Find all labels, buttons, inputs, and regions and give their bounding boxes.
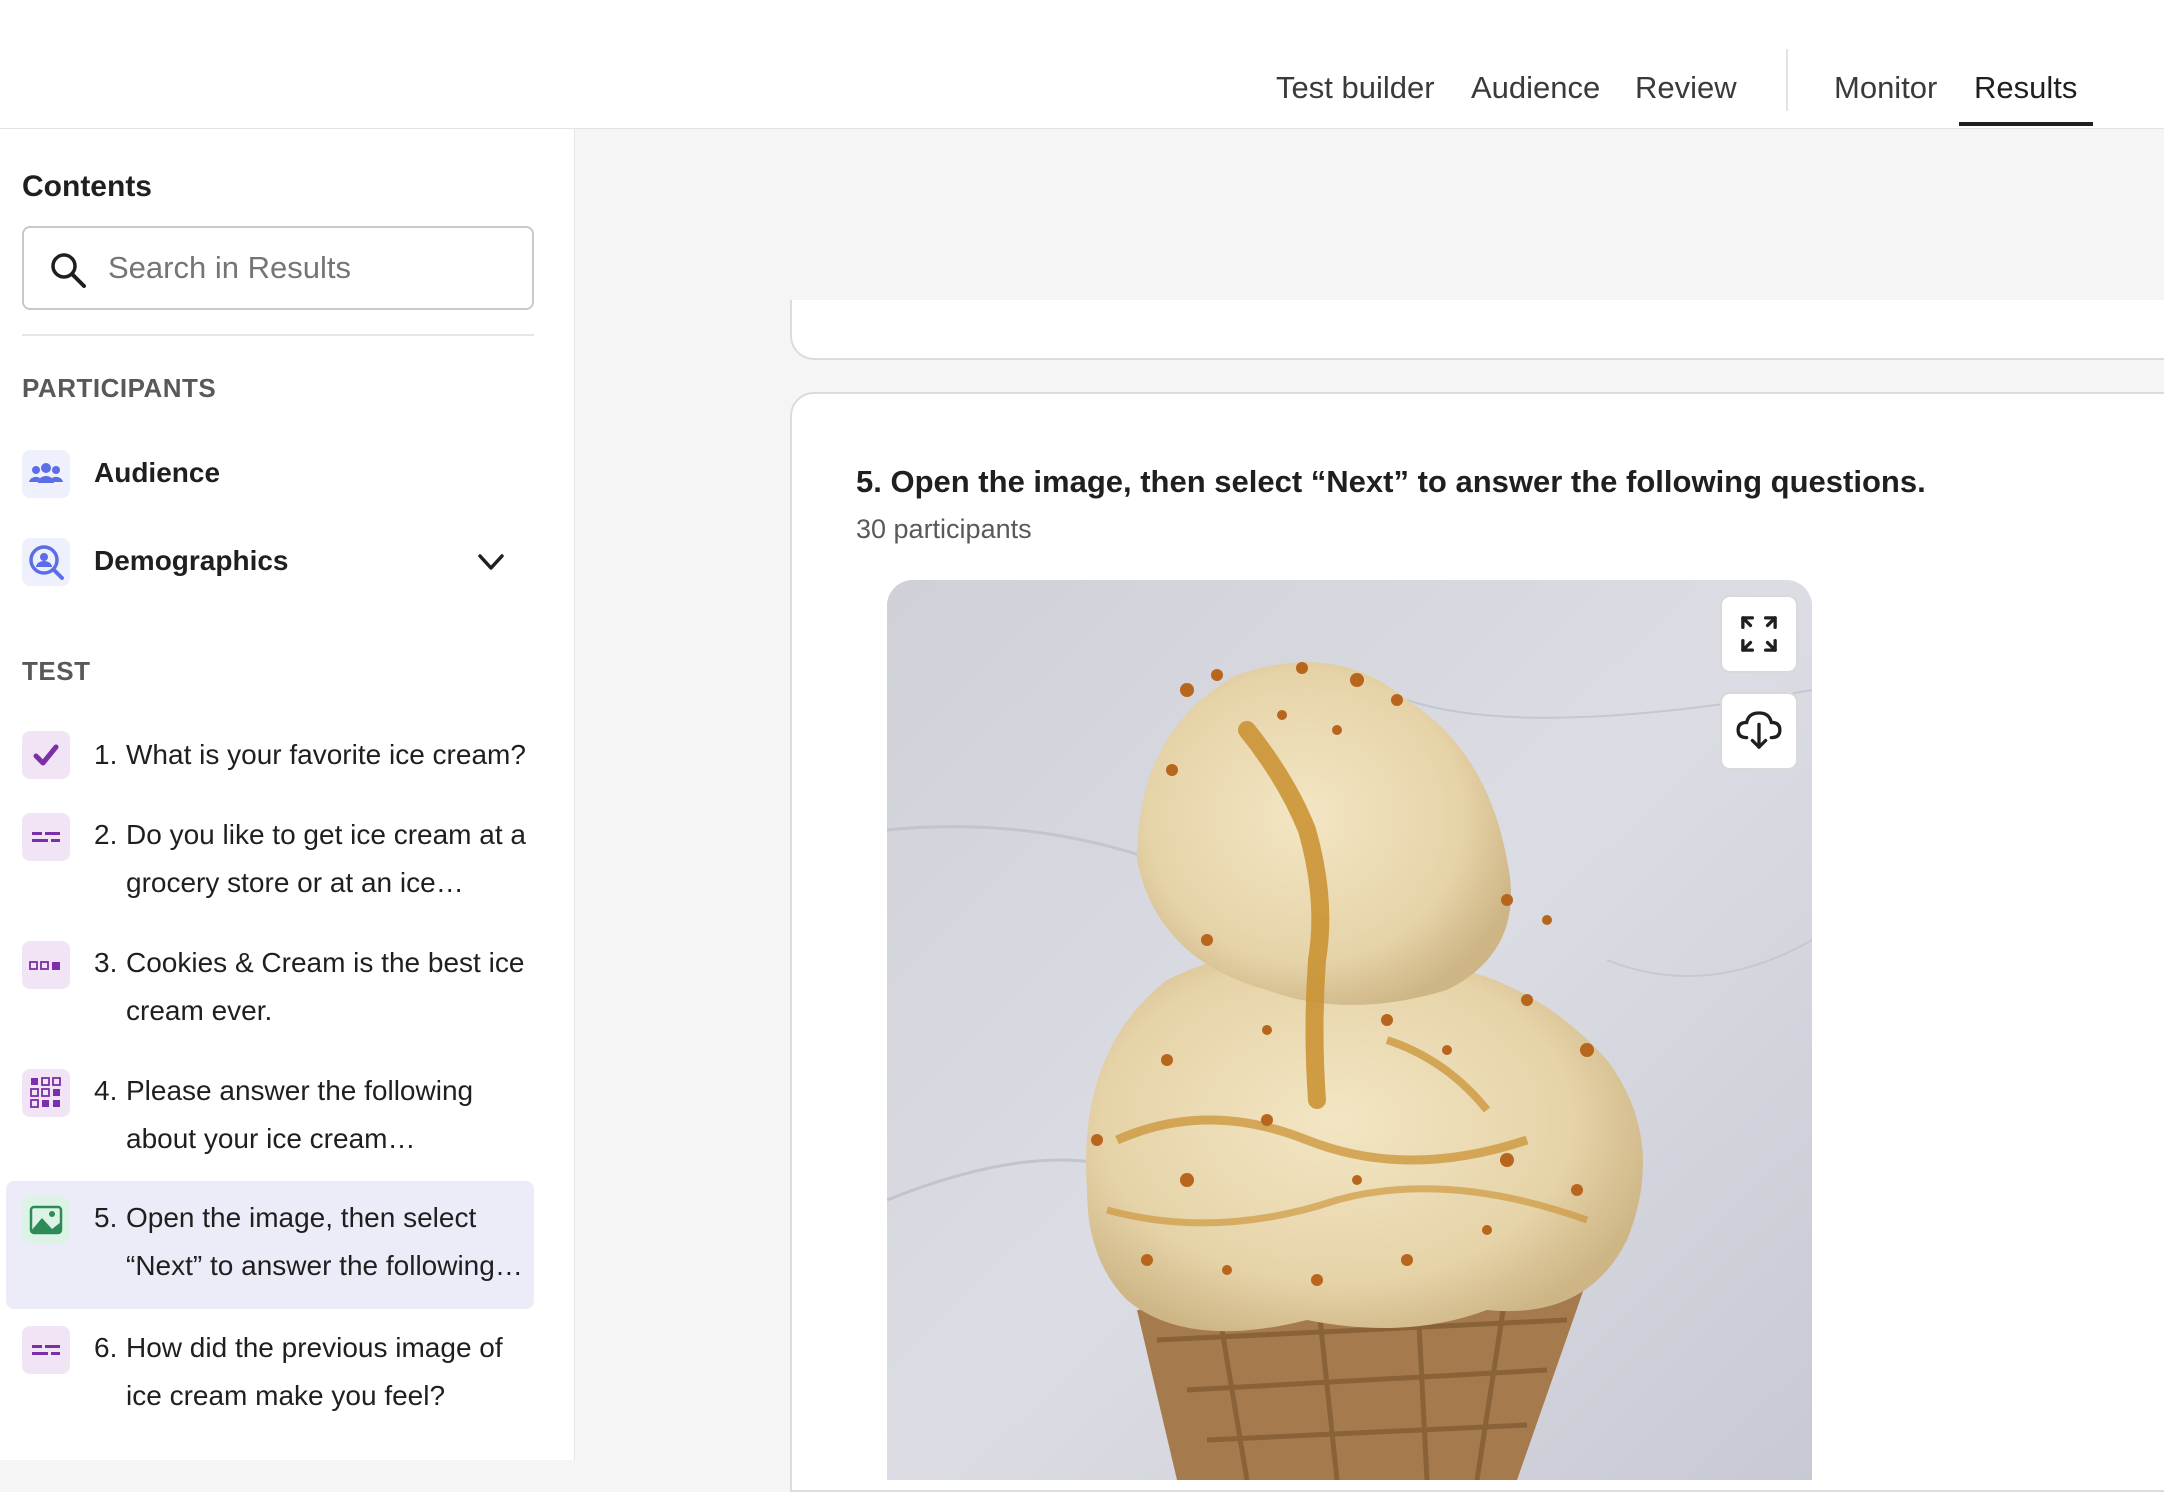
active-tab-indicator bbox=[1959, 122, 2093, 126]
question-number: 1. bbox=[94, 739, 118, 770]
tab-monitor[interactable]: Monitor bbox=[1834, 70, 1937, 106]
sidebar-divider bbox=[22, 334, 534, 336]
sidebar-question-4[interactable]: 4. Please answer the following about you… bbox=[6, 1067, 534, 1177]
sidebar-question-6[interactable]: 6. How did the previous image of ice cre… bbox=[6, 1324, 534, 1434]
test-section-label: TEST bbox=[22, 656, 91, 686]
people-group-icon bbox=[22, 450, 70, 498]
expand-button[interactable] bbox=[1720, 595, 1798, 673]
question-text: What is your favorite ice cream? bbox=[126, 739, 526, 770]
question-text: Please answer the following about your i… bbox=[126, 1075, 474, 1154]
download-cloud-icon bbox=[1736, 711, 1782, 749]
text-lines-icon bbox=[22, 813, 70, 861]
sidebar-question-2[interactable]: 2. Do you like to get ice cream at a gro… bbox=[6, 811, 534, 921]
checkbox-icon bbox=[22, 731, 70, 779]
sidebar-title: Contents bbox=[22, 170, 152, 203]
tab-audience[interactable]: Audience bbox=[1471, 70, 1600, 106]
question-image[interactable] bbox=[887, 580, 1812, 1480]
nav-divider bbox=[1786, 49, 1788, 111]
rating-scale-icon bbox=[22, 941, 70, 989]
question-number: 5. bbox=[94, 1202, 118, 1233]
question-number: 3. bbox=[94, 947, 118, 978]
sidebar-item-label: Audience bbox=[94, 457, 221, 488]
download-button[interactable] bbox=[1720, 692, 1798, 770]
question-text: Do you like to get ice cream at a grocer… bbox=[126, 819, 526, 898]
search-box[interactable] bbox=[22, 226, 534, 310]
contents-sidebar: Contents PARTICIPANTS Audience bbox=[0, 129, 575, 1460]
sidebar-question-1[interactable]: 1. What is your favorite ice cream? bbox=[6, 726, 534, 790]
question-number: 4. bbox=[94, 1075, 118, 1106]
chevron-down-icon[interactable] bbox=[474, 545, 508, 579]
expand-icon bbox=[1741, 616, 1777, 652]
question-text: Cookies & Cream is the best ice cream ev… bbox=[126, 947, 525, 1026]
question-number: 6. bbox=[94, 1332, 118, 1363]
ice-cream-image bbox=[887, 580, 1812, 1480]
tab-review[interactable]: Review bbox=[1635, 70, 1737, 106]
participants-count: 30 participants bbox=[856, 514, 1032, 544]
sidebar-item-label: Demographics bbox=[94, 545, 289, 576]
sidebar-question-5[interactable]: 5. Open the image, then select “Next” to… bbox=[6, 1181, 534, 1309]
question-text: How did the previous image of ice cream … bbox=[126, 1332, 503, 1411]
sidebar-question-3[interactable]: 3. Cookies & Cream is the best ice cream… bbox=[6, 939, 534, 1049]
question-title: 5. Open the image, then select “Next” to… bbox=[856, 464, 1926, 499]
tab-results[interactable]: Results bbox=[1974, 70, 2077, 106]
participants-section-label: PARTICIPANTS bbox=[22, 373, 217, 403]
text-lines-icon bbox=[22, 1326, 70, 1374]
matrix-grid-icon bbox=[22, 1069, 70, 1117]
question-text: Open the image, then select “Next” to an… bbox=[126, 1202, 523, 1281]
search-icon bbox=[51, 253, 86, 288]
sidebar-item-audience[interactable]: Audience bbox=[6, 439, 536, 509]
question-card: 5. Open the image, then select “Next” to… bbox=[790, 392, 2164, 1492]
image-icon bbox=[22, 1196, 70, 1244]
search-input[interactable] bbox=[108, 228, 518, 308]
question-number: 2. bbox=[94, 819, 118, 850]
previous-question-card bbox=[790, 300, 2164, 360]
tab-test-builder[interactable]: Test builder bbox=[1276, 70, 1435, 106]
person-search-icon bbox=[22, 538, 70, 586]
top-navigation: Test builder Audience Review Monitor Res… bbox=[0, 0, 2164, 129]
sidebar-item-demographics[interactable]: Demographics bbox=[6, 527, 536, 597]
